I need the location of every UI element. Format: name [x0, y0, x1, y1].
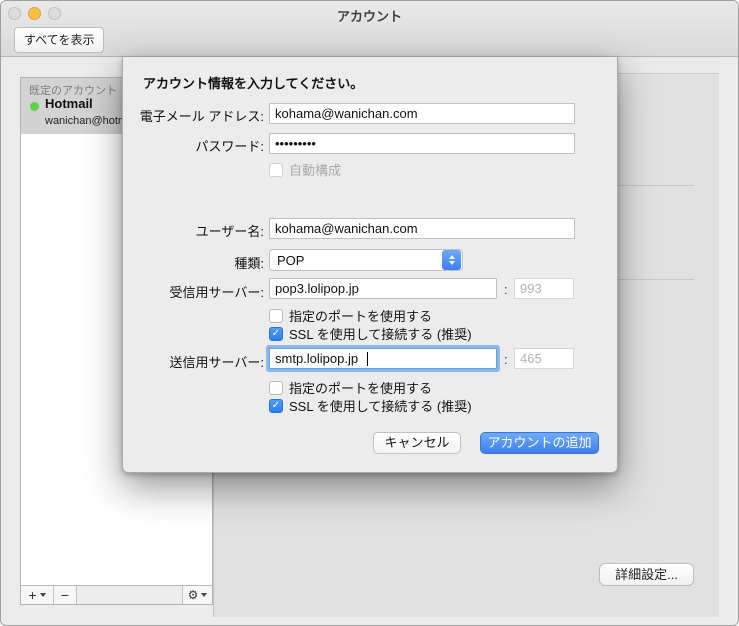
account-name: Hotmail: [45, 96, 93, 111]
status-dot-icon: [30, 102, 39, 111]
checkbox-unchecked-icon: [269, 162, 283, 177]
auto-config-label: 自動構成: [289, 163, 342, 178]
account-list-toolbar: + − ⚙: [21, 585, 212, 604]
window-title: アカウント: [336, 9, 402, 24]
email-field[interactable]: [269, 103, 575, 124]
selected-type: POP: [277, 252, 305, 268]
ssl-label: SSL を使用して接続する (推奨): [289, 399, 472, 414]
remove-account-button[interactable]: −: [54, 586, 77, 604]
type-label: 種類:: [234, 256, 264, 271]
outgoing-server-field[interactable]: [269, 348, 497, 369]
sheet-title: アカウント情報を入力してください。: [143, 76, 364, 91]
minus-icon: −: [60, 587, 70, 603]
accounts-window: アカウント すべてを表示 既定のアカウント Hotmail wanichan@h…: [0, 0, 739, 626]
password-field[interactable]: [269, 133, 575, 154]
ssl-label: SSL を使用して接続する (推奨): [289, 327, 472, 342]
incoming-ssl-checkbox[interactable]: ✓ SSL を使用して接続する (推奨): [269, 324, 472, 343]
checkbox-unchecked-icon: [269, 308, 283, 323]
incoming-server-field[interactable]: [269, 278, 497, 299]
username-label: ユーザー名:: [195, 224, 264, 239]
gear-icon: ⚙: [187, 588, 199, 602]
incoming-server-label: 受信用サーバー:: [169, 285, 264, 300]
outgoing-server-label: 送信用サーバー:: [169, 355, 264, 370]
checkbox-checked-icon: ✓: [269, 398, 283, 413]
show-all-button[interactable]: すべてを表示: [14, 27, 105, 53]
incoming-port-field[interactable]: [514, 278, 574, 299]
cancel-button[interactable]: キャンセル: [373, 432, 461, 454]
checkbox-unchecked-icon: [269, 380, 283, 395]
account-type-select[interactable]: POP: [269, 249, 463, 271]
username-field[interactable]: [269, 218, 575, 239]
chevron-down-icon: [39, 593, 46, 597]
account-email: wanichan@hotm: [45, 115, 128, 127]
port-colon: :: [504, 352, 508, 367]
text-caret: [367, 352, 368, 366]
chevron-down-icon: [201, 593, 208, 597]
add-account-sheet: アカウント情報を入力してください。 電子メール アドレス: パスワード: 自動構…: [122, 57, 618, 473]
add-account-button[interactable]: +: [21, 586, 54, 604]
plus-icon: +: [28, 587, 37, 603]
use-port-label: 指定のポートを使用する: [289, 309, 433, 324]
email-label: 電子メール アドレス:: [139, 109, 264, 124]
password-label: パスワード:: [195, 139, 264, 154]
outgoing-port-field[interactable]: [514, 348, 574, 369]
select-stepper-icon: [442, 250, 461, 270]
gear-menu-button[interactable]: ⚙: [183, 586, 212, 604]
titlebar: アカウント すべてを表示: [1, 1, 738, 57]
use-port-label: 指定のポートを使用する: [289, 381, 433, 396]
checkbox-checked-icon: ✓: [269, 326, 283, 341]
port-colon: :: [504, 282, 508, 297]
outgoing-use-port-checkbox[interactable]: 指定のポートを使用する: [269, 378, 432, 397]
toolbar-spacer: [77, 586, 183, 604]
auto-config-checkbox[interactable]: 自動構成: [269, 160, 341, 179]
add-account-submit-button[interactable]: アカウントの追加: [480, 432, 599, 454]
incoming-use-port-checkbox[interactable]: 指定のポートを使用する: [269, 306, 432, 325]
advanced-settings-button[interactable]: 詳細設定...: [599, 563, 694, 586]
outgoing-ssl-checkbox[interactable]: ✓ SSL を使用して接続する (推奨): [269, 396, 472, 415]
